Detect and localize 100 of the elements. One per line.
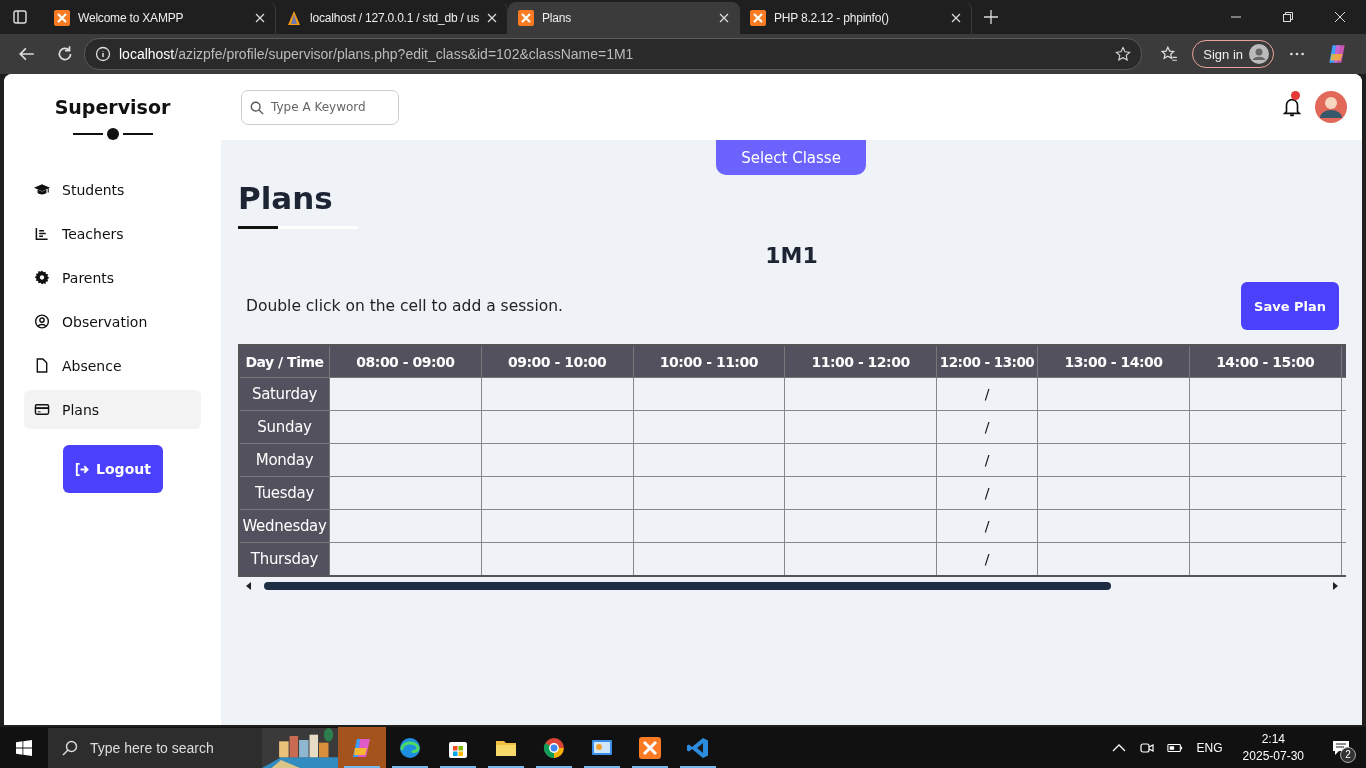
table-cell[interactable]	[481, 476, 633, 510]
search-icon	[62, 739, 78, 756]
table-cell[interactable]	[329, 377, 482, 411]
table-cell[interactable]	[1189, 377, 1342, 411]
sidebar-title: Supervisor	[54, 96, 171, 118]
graduation-cap-icon	[34, 182, 50, 197]
sidebar-item[interactable]: Teachers	[24, 214, 201, 253]
edge-icon	[398, 735, 422, 760]
bar-chart-icon	[34, 226, 50, 241]
table-cell: /	[936, 410, 1038, 444]
table-cell[interactable]	[1037, 443, 1190, 477]
new-tab-icon[interactable]	[984, 10, 998, 24]
table-cell[interactable]	[1037, 377, 1190, 411]
page-title: Plans	[238, 180, 334, 216]
user-circle-icon	[34, 314, 50, 329]
table-cell[interactable]	[633, 509, 785, 543]
close-icon[interactable]	[255, 13, 265, 23]
close-icon[interactable]	[487, 13, 498, 23]
url-text: localhost/azizpfe/profile/supervisor/plans.php?edit_class&id=102&className=1M1	[119, 46, 634, 62]
table-cell: /	[936, 377, 1038, 411]
table-cell: /	[936, 476, 1038, 510]
column-header: 09:00 - 10:00	[481, 345, 633, 378]
close-icon[interactable]	[951, 13, 961, 23]
table-cell[interactable]	[633, 377, 785, 411]
table-cell[interactable]	[1189, 410, 1342, 444]
back-icon[interactable]	[18, 45, 36, 63]
bell-icon[interactable]	[1281, 96, 1303, 118]
table-cell[interactable]	[784, 410, 937, 444]
xampp-icon	[638, 735, 662, 760]
column-header: 12:00 - 13:00	[936, 345, 1038, 378]
table-cell[interactable]	[329, 509, 482, 543]
column-header: 10:00 - 11:00	[633, 345, 785, 378]
logout-button[interactable]: Logout	[62, 445, 163, 493]
windows-start-icon[interactable]	[16, 739, 32, 756]
table-cell[interactable]	[784, 476, 937, 510]
address-field[interactable]: localhost/azizpfe/profile/supervisor/plans.php?edit_class&id=102&className=1M1	[84, 38, 1143, 70]
row-header: Monday	[239, 443, 330, 477]
table-cell[interactable]	[481, 410, 633, 444]
table-cell[interactable]	[784, 443, 937, 477]
sidebar-item[interactable]: Observation	[24, 302, 201, 341]
select-class-button[interactable]: Select Classe	[716, 140, 866, 175]
tab-actions-icon[interactable]	[12, 9, 28, 25]
divider-ornament-icon	[72, 128, 153, 140]
table-cell[interactable]	[329, 443, 482, 477]
table-cell[interactable]	[1189, 509, 1342, 543]
column-header: 14:00 - 15:00	[1189, 345, 1342, 378]
table-cell[interactable]	[329, 476, 482, 510]
table-cell[interactable]	[633, 443, 785, 477]
search-icon	[250, 100, 264, 115]
column-header: 13:00 - 14:00	[1037, 345, 1190, 378]
table-cell[interactable]	[1037, 410, 1190, 444]
table-cell[interactable]	[329, 410, 482, 444]
table-cell[interactable]	[784, 509, 937, 543]
xampp-icon	[518, 10, 534, 26]
sidebar-item[interactable]: Plans	[24, 390, 201, 429]
xampp-icon	[750, 10, 766, 26]
table-cell[interactable]	[784, 377, 937, 411]
table-cell[interactable]	[481, 509, 633, 543]
sidebar-item[interactable]: Students	[24, 170, 201, 209]
language-indicator[interactable]: ENG	[1196, 740, 1223, 755]
close-icon[interactable]	[719, 13, 729, 23]
table-cell[interactable]	[481, 377, 633, 411]
column-header: 11:00 - 12:00	[784, 345, 937, 378]
sail-icon	[286, 10, 302, 26]
chrome-icon	[542, 735, 566, 760]
sidebar-item[interactable]: Parents	[24, 258, 201, 297]
clock-time: 2:14	[1261, 732, 1285, 746]
refresh-icon[interactable]	[56, 45, 74, 63]
gear-icon	[34, 270, 50, 285]
taskbar-search-field[interactable]: Type here to search	[48, 727, 262, 768]
xampp-icon	[54, 10, 70, 26]
table-cell[interactable]	[481, 443, 633, 477]
favorites-icon[interactable]	[1160, 45, 1179, 63]
table-cell[interactable]	[633, 410, 785, 444]
table-cell[interactable]	[633, 476, 785, 510]
table-cell[interactable]	[1189, 443, 1342, 477]
logout-icon	[74, 461, 90, 477]
table-cell[interactable]	[1037, 509, 1190, 543]
copilot-icon[interactable]	[1326, 43, 1348, 65]
table-cell[interactable]	[1037, 476, 1190, 510]
credit-card-icon	[34, 402, 50, 417]
clock-date: 2025-07-30	[1242, 749, 1304, 763]
column-header: 08:00 - 09:00	[329, 345, 482, 378]
row-header: Saturday	[239, 377, 330, 411]
browser-tab[interactable]: Plans	[508, 2, 740, 34]
table-cell: /	[936, 509, 1038, 543]
close-icon[interactable]	[1334, 11, 1346, 23]
search-field[interactable]: Type A Keyword	[241, 89, 399, 125]
restore-icon[interactable]	[1282, 11, 1294, 23]
table-cell[interactable]	[1189, 476, 1342, 510]
row-header: Sunday	[239, 410, 330, 444]
avatar-icon[interactable]	[1315, 91, 1347, 123]
profile-icon	[1249, 44, 1269, 64]
code-editor-icon	[686, 735, 710, 760]
notification-center-button[interactable]: 2	[1326, 732, 1356, 763]
save-plan-button[interactable]: Save Plan	[1241, 282, 1339, 330]
instruction-text: Double click on the cell to add a session.	[246, 297, 563, 315]
sidebar-item[interactable]: Absence	[24, 346, 201, 385]
star-icon[interactable]	[1115, 46, 1132, 62]
info-icon	[95, 46, 111, 62]
